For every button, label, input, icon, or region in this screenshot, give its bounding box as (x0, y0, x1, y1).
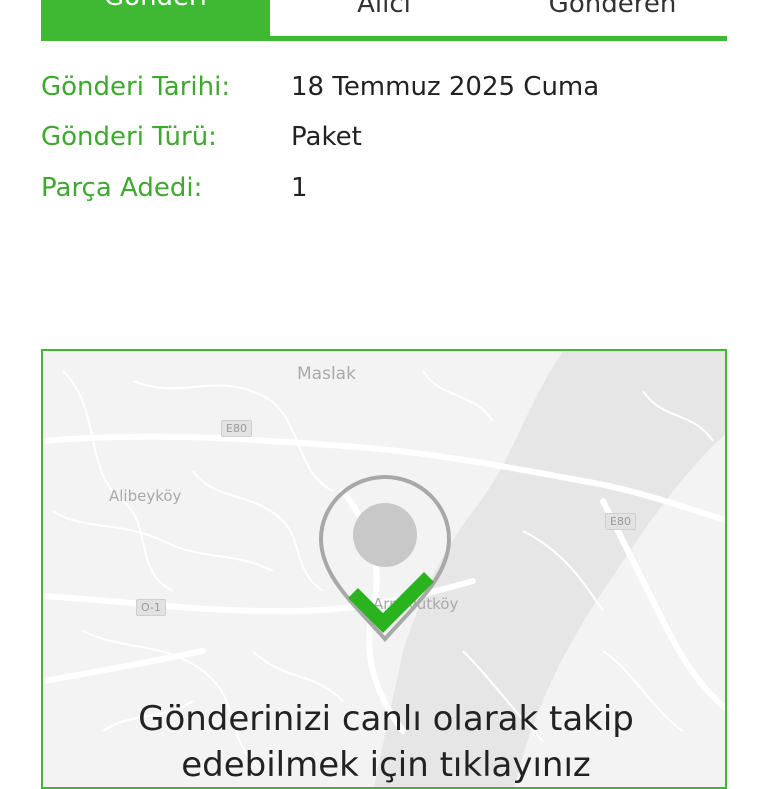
map-place-label: Maslak (297, 364, 356, 384)
road-shield: E80 (221, 420, 252, 437)
detail-label: Gönderi Türü: (41, 122, 217, 152)
detail-value: Paket (291, 122, 362, 152)
tab-shipment[interactable]: Gönderi (41, 0, 270, 36)
detail-label: Gönderi Tarihi: (41, 72, 231, 102)
road-shield: O-1 (136, 599, 166, 616)
detail-value: 18 Temmuz 2025 Cuma (291, 72, 600, 102)
live-tracking-prompt[interactable]: Gönderinizi canlı olarak takip edebilmek… (43, 696, 725, 787)
tab-sender[interactable]: Gönderen (498, 0, 727, 22)
track-text-line-1: Gönderinizi canlı olarak takip (138, 699, 634, 739)
road-shield: E80 (605, 513, 636, 530)
tab-bar: Gönderi Alıcı Gönderen (41, 0, 727, 41)
map-place-label: Alibeyköy (109, 487, 182, 505)
track-text-line-2: edebilmek için tıklayınız (181, 745, 591, 785)
live-tracking-map-card[interactable]: Maslak Alibeyköy Arnavutköy E80 E80 O-1 … (41, 349, 727, 789)
detail-value: 1 (291, 173, 308, 203)
tab-receiver[interactable]: Alıcı (270, 0, 498, 22)
location-pin-check-icon (318, 474, 452, 643)
detail-label: Parça Adedi: (41, 173, 203, 203)
